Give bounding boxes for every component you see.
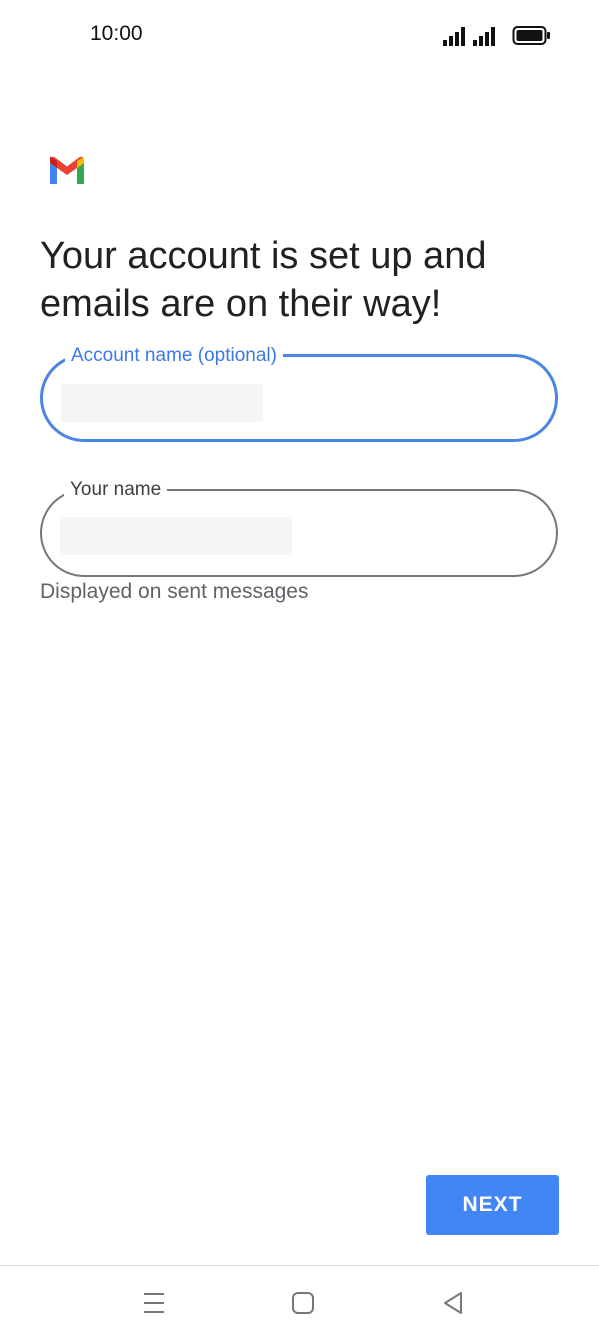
account-name-field[interactable]: Account name (optional) (40, 345, 558, 442)
your-name-input[interactable] (60, 517, 292, 555)
system-nav-bar (0, 1265, 599, 1339)
back-icon[interactable] (436, 1286, 470, 1320)
status-icons (443, 26, 550, 46)
account-name-label: Account name (optional) (65, 345, 283, 367)
menu-icon[interactable] (137, 1286, 171, 1320)
account-name-input[interactable] (61, 384, 263, 422)
home-icon[interactable] (286, 1286, 320, 1320)
your-name-field[interactable]: Your name (40, 479, 558, 577)
signal-icon (473, 27, 495, 46)
battery-icon (512, 26, 550, 45)
gmail-logo-icon (50, 156, 84, 184)
your-name-label: Your name (64, 479, 168, 501)
your-name-helper-text: Displayed on sent messages (40, 580, 309, 603)
signal-icon (443, 27, 465, 46)
next-button[interactable]: NEXT (426, 1175, 559, 1235)
status-time: 10:00 (90, 22, 143, 45)
page-title: Your account is set up and emails are on… (40, 235, 487, 325)
status-bar: 10:00 (0, 0, 599, 70)
